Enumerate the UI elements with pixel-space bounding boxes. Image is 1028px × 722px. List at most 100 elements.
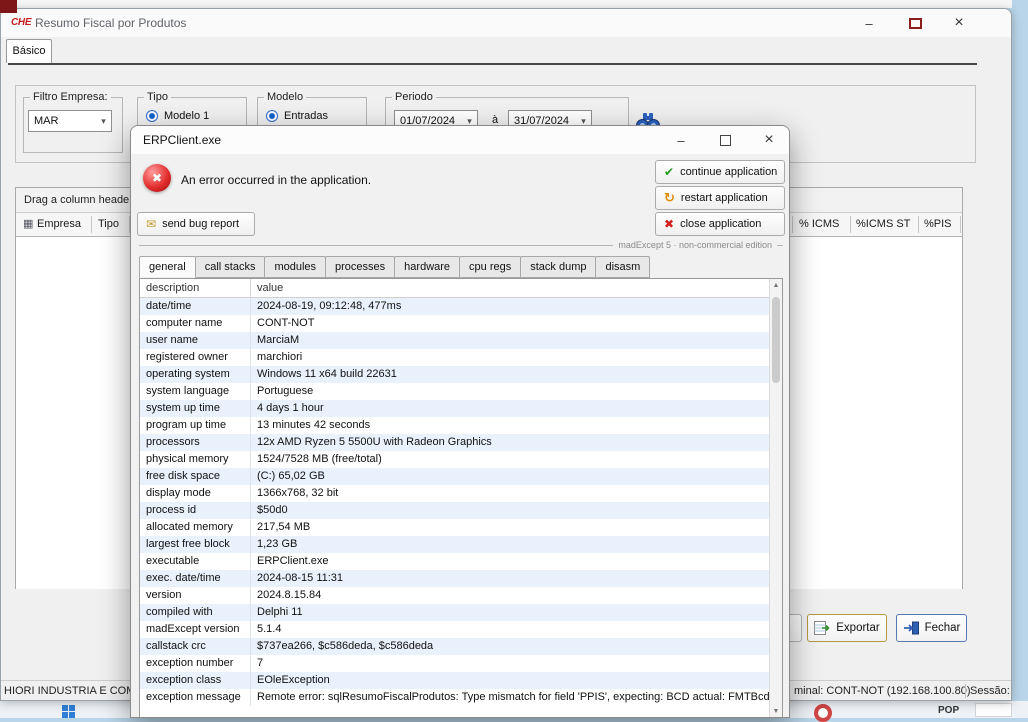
tab-processes[interactable]: processes (325, 256, 395, 278)
detail-value: 1524/7528 MB (free/total) (251, 451, 782, 468)
dialog-maximize-button[interactable] (707, 126, 743, 154)
detail-value: MarciaM (251, 332, 782, 349)
column-separator (91, 216, 92, 233)
detail-key: largest free block (140, 536, 251, 553)
notification-badge-icon[interactable] (814, 704, 832, 722)
detail-key: allocated memory (140, 519, 251, 536)
fechar-button[interactable]: Fechar (896, 614, 967, 642)
detail-value: 2024-08-19, 09:12:48, 477ms (251, 298, 782, 315)
table-row: system languagePortuguese (140, 383, 782, 400)
taskbar-tray-box[interactable] (975, 703, 1012, 717)
detail-rows: date/time2024-08-19, 09:12:48, 477ms com… (140, 298, 782, 706)
detail-table: description value date/time2024-08-19, 0… (139, 278, 783, 718)
table-row: display mode1366x768, 32 bit (140, 485, 782, 502)
table-row: physical memory1524/7528 MB (free/total) (140, 451, 782, 468)
radio-selected-icon (266, 110, 278, 122)
radio-modelo-1[interactable]: Modelo 1 (146, 109, 209, 123)
tab-modules[interactable]: modules (264, 256, 326, 278)
radio-entradas[interactable]: Entradas (266, 109, 328, 123)
detail-key: physical memory (140, 451, 251, 468)
send-bug-report-button[interactable]: ✉ send bug report (137, 212, 255, 236)
scroll-down-icon[interactable]: ▼ (773, 708, 780, 715)
drag-hint-text: Drag a column heade (24, 194, 129, 206)
column-separator (850, 216, 851, 233)
dialog-minimize-button[interactable]: – (663, 126, 699, 154)
column-header-pis[interactable]: %PIS (924, 213, 952, 236)
close-button[interactable]: × (941, 9, 977, 37)
table-row: compiled withDelphi 11 (140, 604, 782, 621)
tab-basico[interactable]: Básico (6, 39, 52, 63)
dialog-title: ERPClient.exe (143, 133, 221, 147)
error-x-glyph: ✖ (152, 171, 162, 185)
detail-key: exception class (140, 672, 251, 689)
restart-application-button[interactable]: ↻ restart application (655, 186, 785, 210)
close-icon: × (764, 131, 773, 149)
table-row: process id$50d0 (140, 502, 782, 519)
tab-cpu-regs[interactable]: cpu regs (459, 256, 521, 278)
exportar-label: Exportar (836, 622, 879, 634)
detail-value: 13 minutes 42 seconds (251, 417, 782, 434)
detail-value: 2024.8.15.84 (251, 587, 782, 604)
close-application-button[interactable]: ✖ close application (655, 212, 785, 236)
tab-call-stacks[interactable]: call stacks (195, 256, 266, 278)
close-icon: × (954, 14, 963, 32)
detail-value: $737ea266, $c586deda, $c586deda (251, 638, 782, 655)
background-window-corner (0, 0, 17, 13)
minimize-icon: – (865, 16, 872, 31)
table-row: computer nameCONT-NOT (140, 315, 782, 332)
table-row: allocated memory217,54 MB (140, 519, 782, 536)
column-header-icms[interactable]: % ICMS (799, 213, 839, 236)
window-title: Resumo Fiscal por Produtos (35, 16, 186, 30)
close-x-icon: ✖ (664, 217, 674, 231)
empresa-combobox[interactable]: MAR ▾ (28, 110, 112, 132)
table-row: largest free block1,23 GB (140, 536, 782, 553)
detail-key: operating system (140, 366, 251, 383)
brand-line (777, 245, 783, 246)
detail-value: 7 (251, 655, 782, 672)
table-row: processors12x AMD Ryzen 5 5500U with Rad… (140, 434, 782, 451)
dialog-close-button[interactable]: × (751, 126, 787, 154)
column-header-tipo[interactable]: Tipo (98, 213, 119, 236)
detail-value: 2024-08-15 11:31 (251, 570, 782, 587)
close-label: close application (680, 218, 761, 230)
exportar-button[interactable]: Exportar (807, 614, 887, 642)
empresa-value: MAR (29, 115, 96, 127)
tab-hardware[interactable]: hardware (394, 256, 460, 278)
main-tabstrip: Básico (1, 37, 1011, 63)
tab-stack-dump[interactable]: stack dump (520, 256, 596, 278)
column-separator (792, 216, 793, 233)
detail-key: program up time (140, 417, 251, 434)
background-window-strip (0, 0, 1012, 8)
maximize-icon (909, 18, 922, 29)
table-row: system up time4 days 1 hour (140, 400, 782, 417)
column-header-empresa[interactable]: Empresa (37, 213, 81, 236)
scroll-up-icon[interactable]: ▲ (773, 282, 780, 289)
continue-application-button[interactable]: ✔ continue application (655, 160, 785, 184)
detail-value: 217,54 MB (251, 519, 782, 536)
brand-text: madExcept 5 · non-commercial edition (618, 240, 772, 250)
exit-door-icon (903, 621, 919, 635)
detail-key: compiled with (140, 604, 251, 621)
table-scrollbar[interactable]: ▲ ▼ (769, 279, 782, 718)
dialog-tabs: general call stacks modules processes ha… (139, 256, 649, 278)
detail-value: 5.1.4 (251, 621, 782, 638)
minimize-button[interactable]: – (851, 9, 887, 37)
statusbar-session: Sessão: 0 (970, 685, 1012, 697)
table-row: exception messageRemote error: sqlResumo… (140, 689, 782, 706)
header-description[interactable]: description (140, 279, 251, 297)
detail-key: user name (140, 332, 251, 349)
tab-general[interactable]: general (139, 256, 196, 278)
radio-selected-icon (146, 110, 158, 122)
grid-icon: ▦ (23, 217, 33, 230)
scrollbar-thumb[interactable] (772, 297, 780, 383)
column-separator (918, 216, 919, 233)
header-value[interactable]: value (251, 279, 782, 297)
tab-disasm[interactable]: disasm (595, 256, 650, 278)
windows-logo-icon[interactable] (62, 705, 75, 718)
detail-value: 1366x768, 32 bit (251, 485, 782, 502)
table-row: madExcept version5.1.4 (140, 621, 782, 638)
tipo-legend: Tipo (144, 91, 171, 103)
maximize-button[interactable] (897, 9, 933, 37)
detail-key: free disk space (140, 468, 251, 485)
column-header-icms-st[interactable]: %ICMS ST (856, 213, 910, 236)
